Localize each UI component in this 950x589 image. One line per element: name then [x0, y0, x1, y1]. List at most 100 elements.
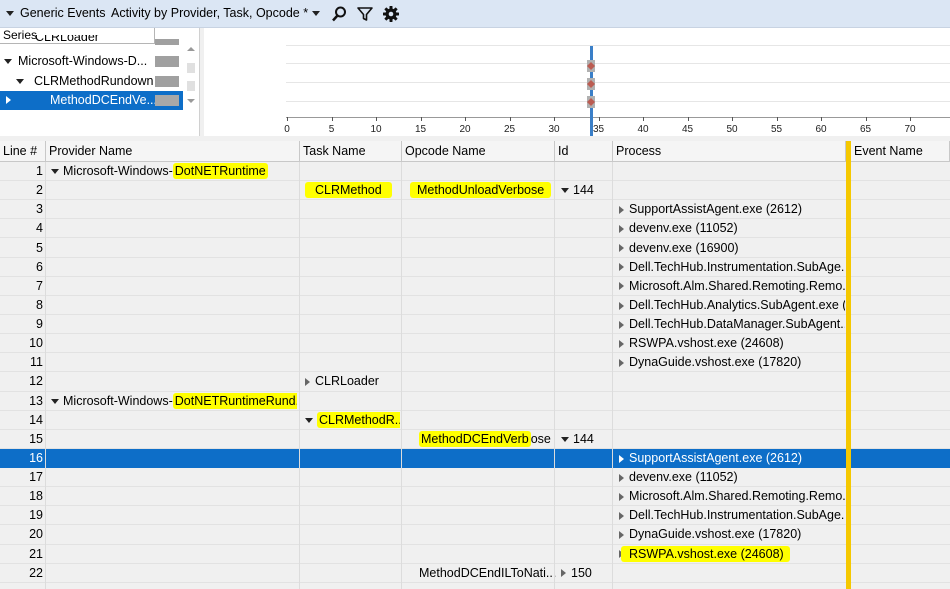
series-item[interactable]: MethodDCEndVe...: [0, 91, 183, 110]
tick-label: 15: [414, 124, 427, 135]
line-number: 15: [29, 431, 43, 446]
table-row[interactable]: 11 DynaGuide.vshost.exe (17820): [0, 353, 950, 373]
chevron-down-icon[interactable]: [51, 398, 59, 404]
table-row[interactable]: 5 devenv.exe (16900): [0, 239, 950, 258]
chevron-right-icon[interactable]: [619, 301, 624, 310]
process-name: devenv.exe (11052): [629, 221, 738, 236]
process-name: Microsoft.Alm.Shared.Remoting.Remo...: [629, 489, 845, 504]
table-row[interactable]: 1 Microsoft-Windows- DotNETRuntime: [0, 162, 950, 182]
table-row[interactable]: 16 SupportAssistAgent.exe (2612): [0, 448, 950, 469]
panel-title: Generic Events: [20, 6, 106, 20]
chevron-right-icon[interactable]: [619, 263, 624, 272]
table-row[interactable]: 12 CLRLoader: [0, 372, 950, 392]
chevron-down-icon[interactable]: [561, 437, 569, 443]
chevron-right-icon[interactable]: [561, 569, 566, 578]
chevron-right-icon[interactable]: [619, 205, 624, 214]
task-name-cell: CLRMethodR...: [305, 411, 400, 430]
line-number: 17: [29, 470, 43, 485]
gear-icon[interactable]: [382, 5, 400, 23]
line-number: 12: [29, 374, 43, 389]
chevron-down-icon[interactable]: [16, 79, 24, 84]
table-row[interactable]: 18 Microsoft.Alm.Shared.Remoting.Remo...: [0, 487, 950, 507]
chevron-right-icon[interactable]: [619, 225, 624, 234]
table-row[interactable]: 6 Dell.TechHub.Instrumentation.SubAge...: [0, 258, 950, 277]
column-header-event[interactable]: Event Name: [851, 141, 950, 162]
chevron-right-icon[interactable]: [619, 339, 624, 348]
chevron-down-icon[interactable]: [4, 59, 12, 64]
table-row[interactable]: 17 devenv.exe (11052): [0, 468, 950, 488]
tick-mark: [420, 117, 422, 121]
tick-mark: [554, 117, 555, 121]
table-row[interactable]: 19 Dell.TechHub.Instrumentation.SubAge...: [0, 506, 950, 526]
table-row[interactable]: 4 devenv.exe (11052): [0, 219, 950, 239]
collapse-panel-button[interactable]: [6, 6, 14, 20]
table-row[interactable]: 10 RSWPA.vshost.exe (24608): [0, 334, 950, 354]
chevron-down-icon: [311, 11, 320, 17]
column-header-line[interactable]: Line #: [0, 141, 46, 162]
table-row[interactable]: 7 Microsoft.Alm.Shared.Remoting.Remo...: [0, 277, 950, 296]
tick-label: 5: [328, 124, 335, 135]
filter-icon[interactable]: [356, 5, 374, 23]
chevron-right-icon[interactable]: [619, 282, 624, 291]
table-row[interactable]: 9 Dell.TechHub.DataManager.SubAgent....: [0, 315, 950, 335]
chevron-right-icon[interactable]: [619, 454, 624, 463]
table-row[interactable]: 8 Dell.TechHub.Analytics.SubAgent.exe (..…: [0, 296, 950, 315]
table-row[interactable]: 15 MethodDCEndVerb ose 144: [0, 430, 950, 449]
table-row[interactable]: 22 MethodDCEndILToNati... 150: [0, 564, 950, 583]
series-scrollbar[interactable]: [184, 46, 198, 136]
series-item[interactable]: CLRMethodRundown: [0, 72, 183, 91]
tick-mark: [643, 117, 644, 121]
chevron-right-icon[interactable]: [619, 531, 624, 540]
chevron-right-icon[interactable]: [619, 512, 624, 521]
line-number: 14: [29, 412, 43, 427]
chevron-right-icon[interactable]: [6, 96, 11, 104]
line-number: 4: [36, 221, 43, 236]
tick-label: 30: [548, 124, 560, 135]
series-item[interactable]: Microsoft-Windows-D...: [0, 52, 183, 71]
chevron-down-icon[interactable]: [305, 417, 313, 423]
column-header-process[interactable]: Process: [613, 141, 846, 162]
table-row[interactable]: 2 CLRMethod MethodUnloadVerbose 144: [0, 181, 950, 201]
series-item[interactable]: CLRLoader: [0, 35, 183, 45]
process-name: RSWPA.vshost.exe (24608): [629, 336, 784, 351]
column-header-provider[interactable]: Provider Name: [46, 141, 300, 162]
chevron-right-icon[interactable]: [305, 378, 310, 387]
column-header-task[interactable]: Task Name: [300, 141, 402, 162]
process-name: SupportAssistAgent.exe (2612): [629, 202, 803, 217]
process-cell: SupportAssistAgent.exe (2612): [619, 449, 845, 468]
gridline: [286, 82, 950, 83]
tick-label: 45: [681, 124, 694, 135]
tick-label: 20: [459, 124, 471, 135]
opcode-name: MethodUnloadVerbose: [410, 182, 552, 199]
table-row[interactable]: 13 Microsoft-Windows- DotNETRuntimeRund...: [0, 392, 950, 411]
chevron-down-icon[interactable]: [51, 169, 59, 175]
chevron-down-icon[interactable]: [561, 188, 569, 194]
table-row[interactable]: 20 DynaGuide.vshost.exe (17820): [0, 525, 950, 545]
column-header-id[interactable]: Id: [555, 141, 613, 162]
chevron-right-icon[interactable]: [619, 244, 624, 253]
process-name: devenv.exe (16900): [629, 240, 739, 255]
view-preset-dropdown[interactable]: Activity by Provider, Task, Opcode *: [111, 6, 320, 20]
table-row[interactable]: 3 SupportAssistAgent.exe (2612): [0, 200, 950, 220]
series-color-swatch: [155, 95, 179, 106]
tick-mark: [376, 117, 377, 121]
chevron-right-icon[interactable]: [619, 359, 624, 367]
column-header-opcode[interactable]: Opcode Name: [402, 141, 555, 162]
tick-mark: [732, 117, 733, 121]
table-row[interactable]: 14 CLRMethodR...: [0, 411, 950, 430]
tick-label: 40: [637, 124, 649, 135]
event-id: 150: [571, 565, 592, 580]
timeline-graph[interactable]: 0 5 10 15 20 25 30 35 40 45 50 55 60 65 70: [204, 28, 950, 136]
search-icon[interactable]: [330, 5, 348, 23]
tick-mark: [776, 117, 778, 121]
opcode-name-highlight: MethodDCEndVerb: [419, 430, 531, 447]
id-cell: 144: [561, 430, 611, 449]
chevron-right-icon[interactable]: [619, 492, 624, 501]
tick-label: 50: [726, 124, 738, 135]
column-group-divider[interactable]: [846, 141, 851, 589]
table-row[interactable]: 21 RSWPA.vshost.exe (24608): [0, 545, 950, 564]
line-number: 11: [30, 355, 43, 370]
chevron-right-icon[interactable]: [619, 473, 624, 482]
process-cell: Dell.TechHub.DataManager.SubAgent....: [619, 315, 845, 334]
chevron-right-icon[interactable]: [619, 320, 624, 329]
